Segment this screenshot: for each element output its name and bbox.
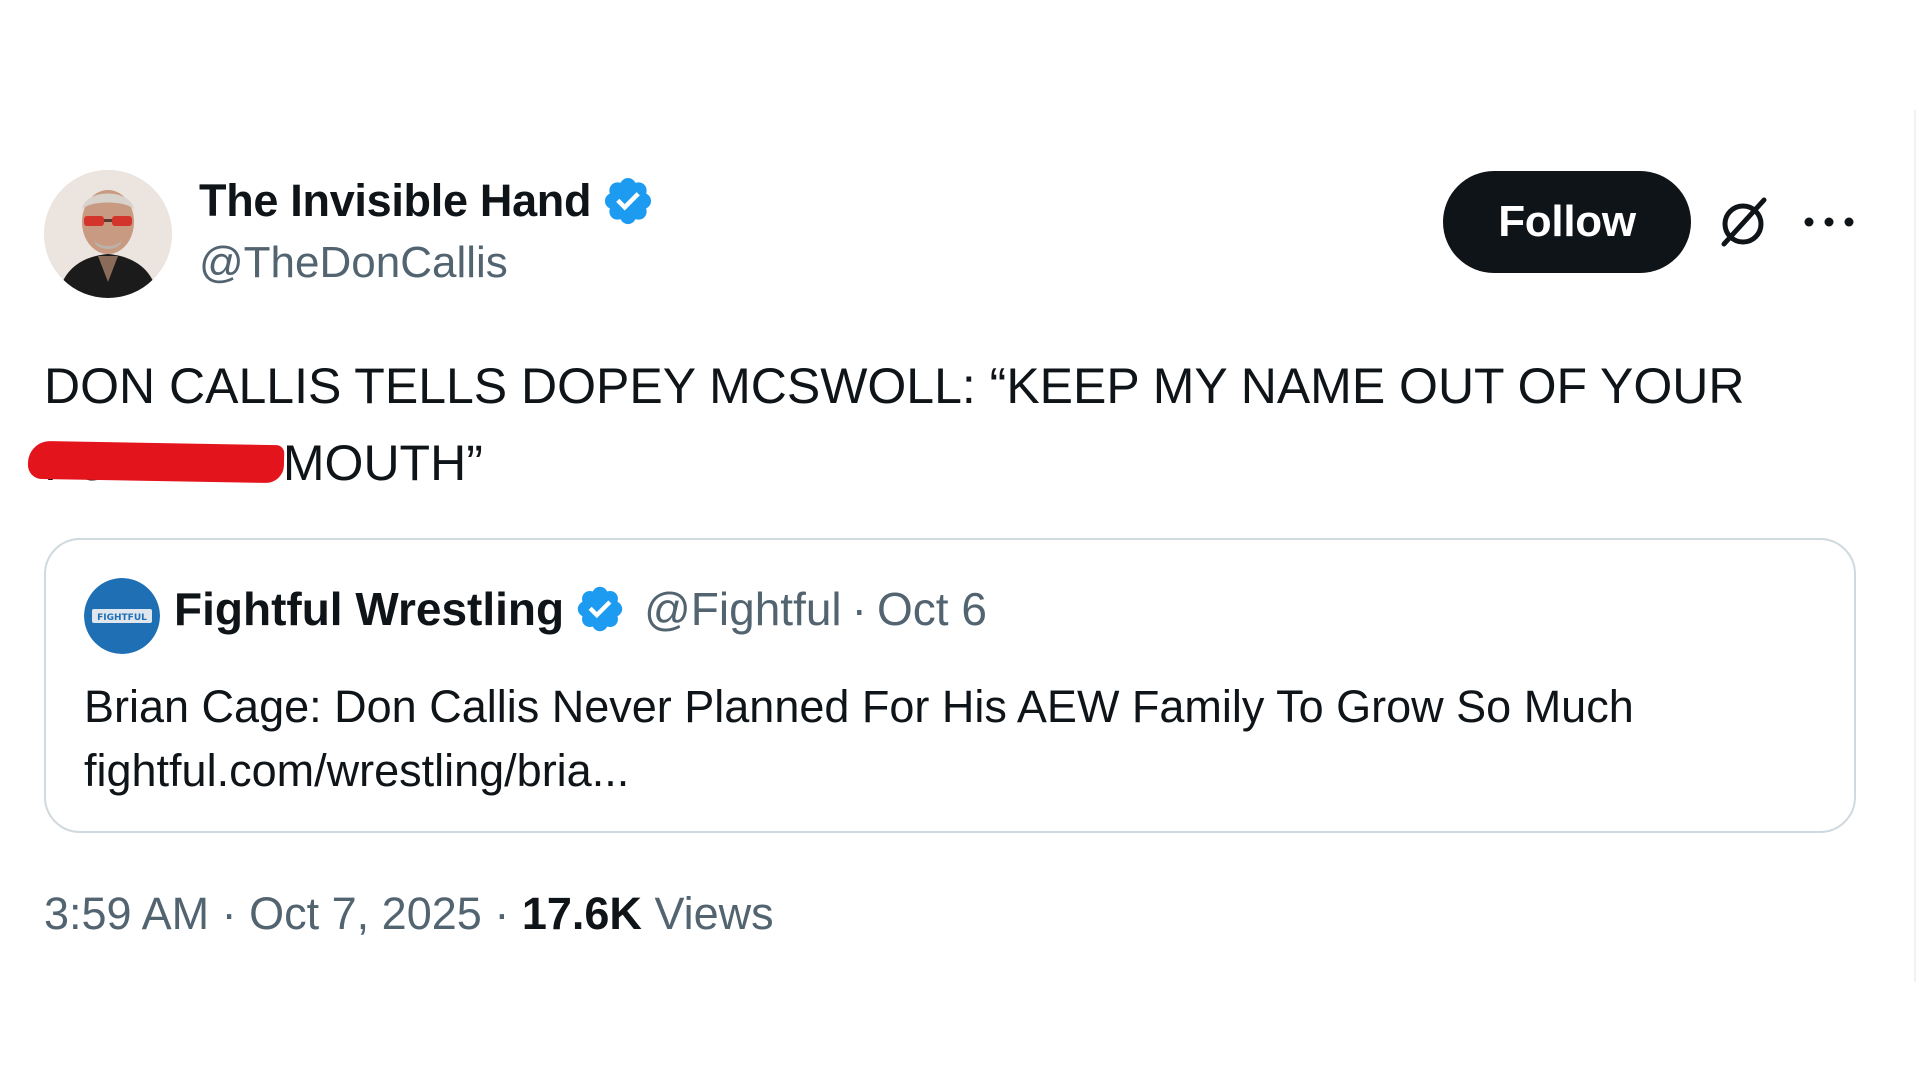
quoted-tweet-header: Fightful Wrestling @Fightful · Oct 6 xyxy=(174,582,987,636)
verified-badge-icon[interactable] xyxy=(601,174,655,228)
profile-photo-icon xyxy=(44,170,172,298)
verified-badge-icon[interactable] xyxy=(574,583,626,635)
quoted-author-handle[interactable]: @Fightful xyxy=(644,582,842,636)
follow-button[interactable]: Follow xyxy=(1443,171,1691,273)
censor-bar xyxy=(27,440,285,484)
more-options-icon[interactable] xyxy=(1801,210,1857,234)
fightful-logo-text: FIGHTFUL xyxy=(97,613,147,623)
censored-word: FUCKING xyxy=(27,425,285,502)
quoted-link[interactable]: fightful.com/wrestling/bria... xyxy=(84,739,1824,803)
tweet-footer: 3:59 AM · Oct 7, 2025 · 17.6K Views xyxy=(44,888,774,940)
author-name-row: The Invisible Hand xyxy=(199,174,655,228)
author-avatar[interactable] xyxy=(44,170,172,298)
tweet: The Invisible Hand @TheDonCallis Follow … xyxy=(27,170,1864,970)
footer-separator: · xyxy=(221,888,237,939)
tweet-text-line2: FUCKING MOUTH” xyxy=(27,425,1864,502)
tweet-text-line2-rest: MOUTH” xyxy=(282,435,483,491)
author-handle[interactable]: @TheDonCallis xyxy=(199,238,508,288)
quoted-tweet-card[interactable]: FIGHTFUL Fightful Wrestling @Fightful · … xyxy=(44,538,1856,833)
quoted-date[interactable]: Oct 6 xyxy=(877,582,987,636)
views-label: Views xyxy=(654,888,774,939)
post-date[interactable]: Oct 7, 2025 xyxy=(249,888,482,939)
views-count: 17.6K xyxy=(521,888,642,939)
quoted-tweet-text: Brian Cage: Don Callis Never Planned For… xyxy=(84,675,1824,803)
footer-separator: · xyxy=(494,888,510,939)
column-divider xyxy=(1914,110,1916,982)
quoted-author-name[interactable]: Fightful Wrestling xyxy=(174,582,564,636)
quoted-separator: · xyxy=(851,583,867,635)
fightful-logo-icon: FIGHTFUL xyxy=(84,578,160,654)
grok-icon[interactable] xyxy=(1714,194,1772,252)
post-time[interactable]: 3:59 AM xyxy=(44,888,209,939)
quoted-author-avatar[interactable]: FIGHTFUL xyxy=(84,578,160,654)
quoted-text-line: Brian Cage: Don Callis Never Planned For… xyxy=(84,681,1634,732)
tweet-text-line1: DON CALLIS TELLS DOPEY MCSWOLL: “KEEP MY… xyxy=(44,358,1745,414)
author-display-name[interactable]: The Invisible Hand xyxy=(199,175,591,227)
tweet-text: DON CALLIS TELLS DOPEY MCSWOLL: “KEEP MY… xyxy=(27,348,1864,502)
